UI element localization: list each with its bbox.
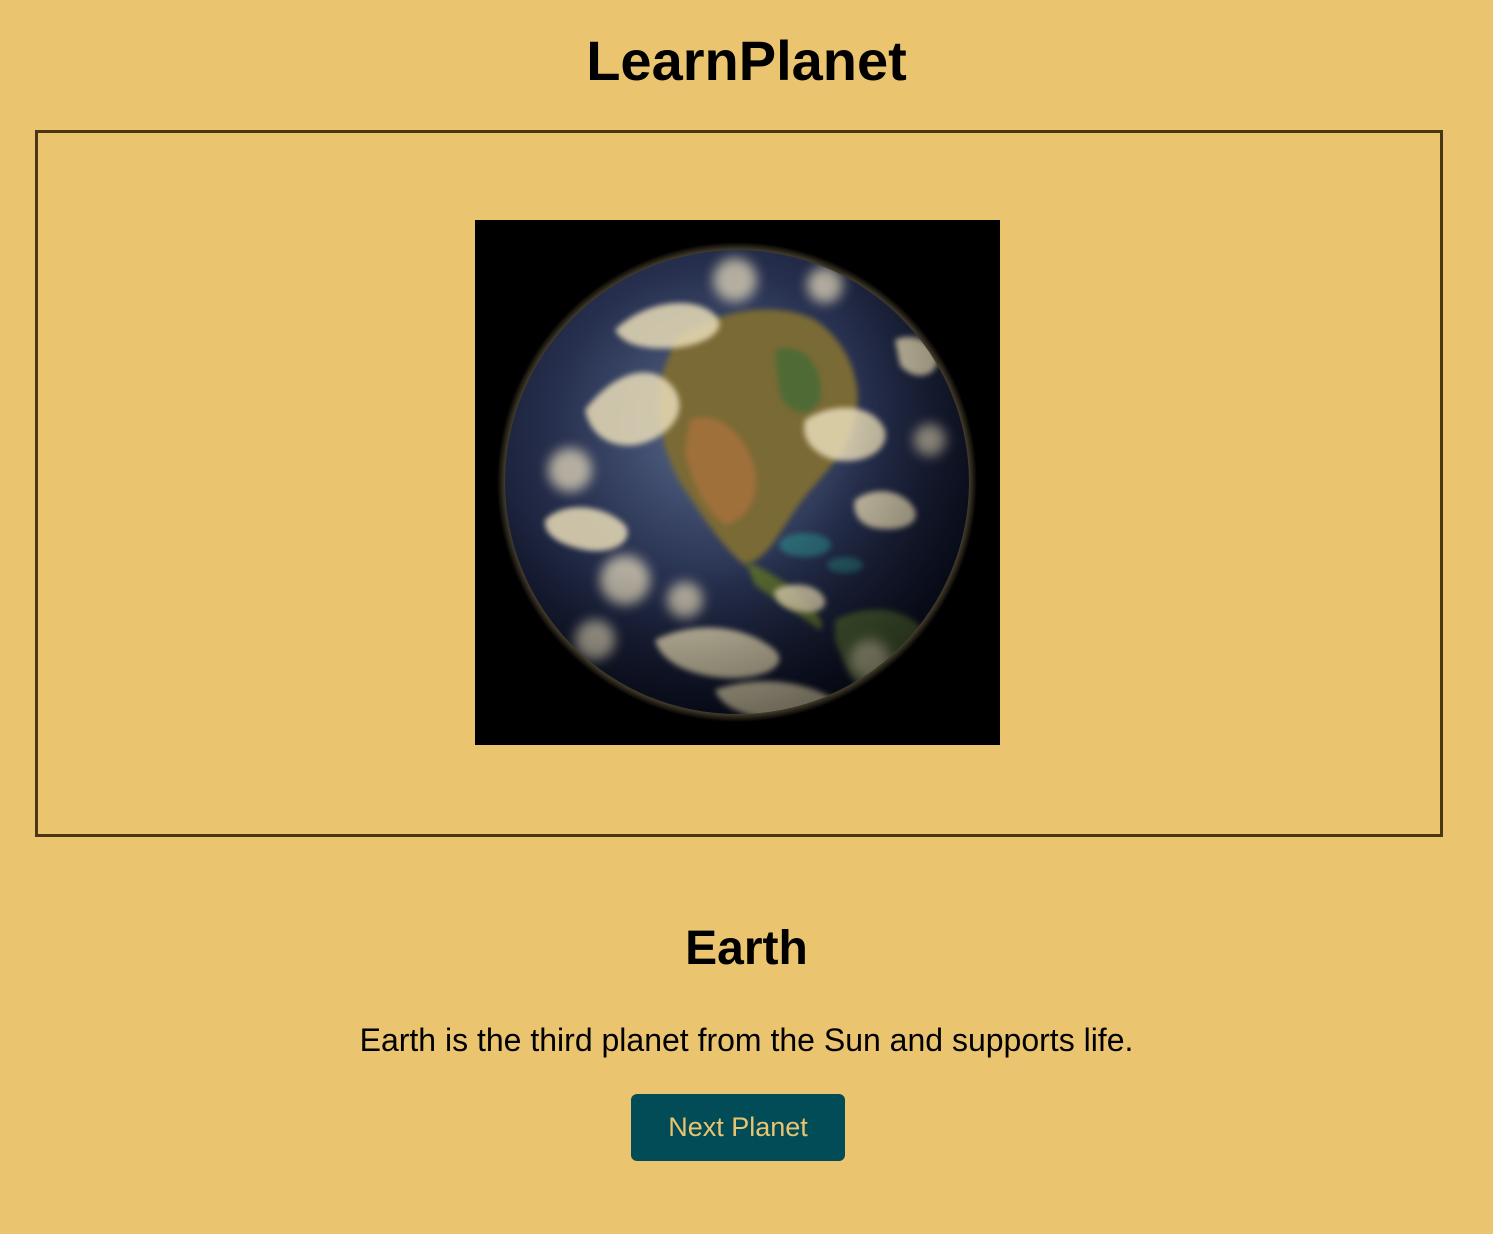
planet-description: Earth is the third planet from the Sun a… xyxy=(359,1022,1134,1058)
earth-image xyxy=(475,220,1000,745)
earth-globe-illustration xyxy=(475,220,1000,745)
app-title: LearnPlanet xyxy=(586,29,907,92)
planet-name: Earth xyxy=(685,922,808,975)
next-planet-button[interactable]: Next Planet xyxy=(631,1094,845,1161)
planet-image-frame xyxy=(35,130,1443,837)
